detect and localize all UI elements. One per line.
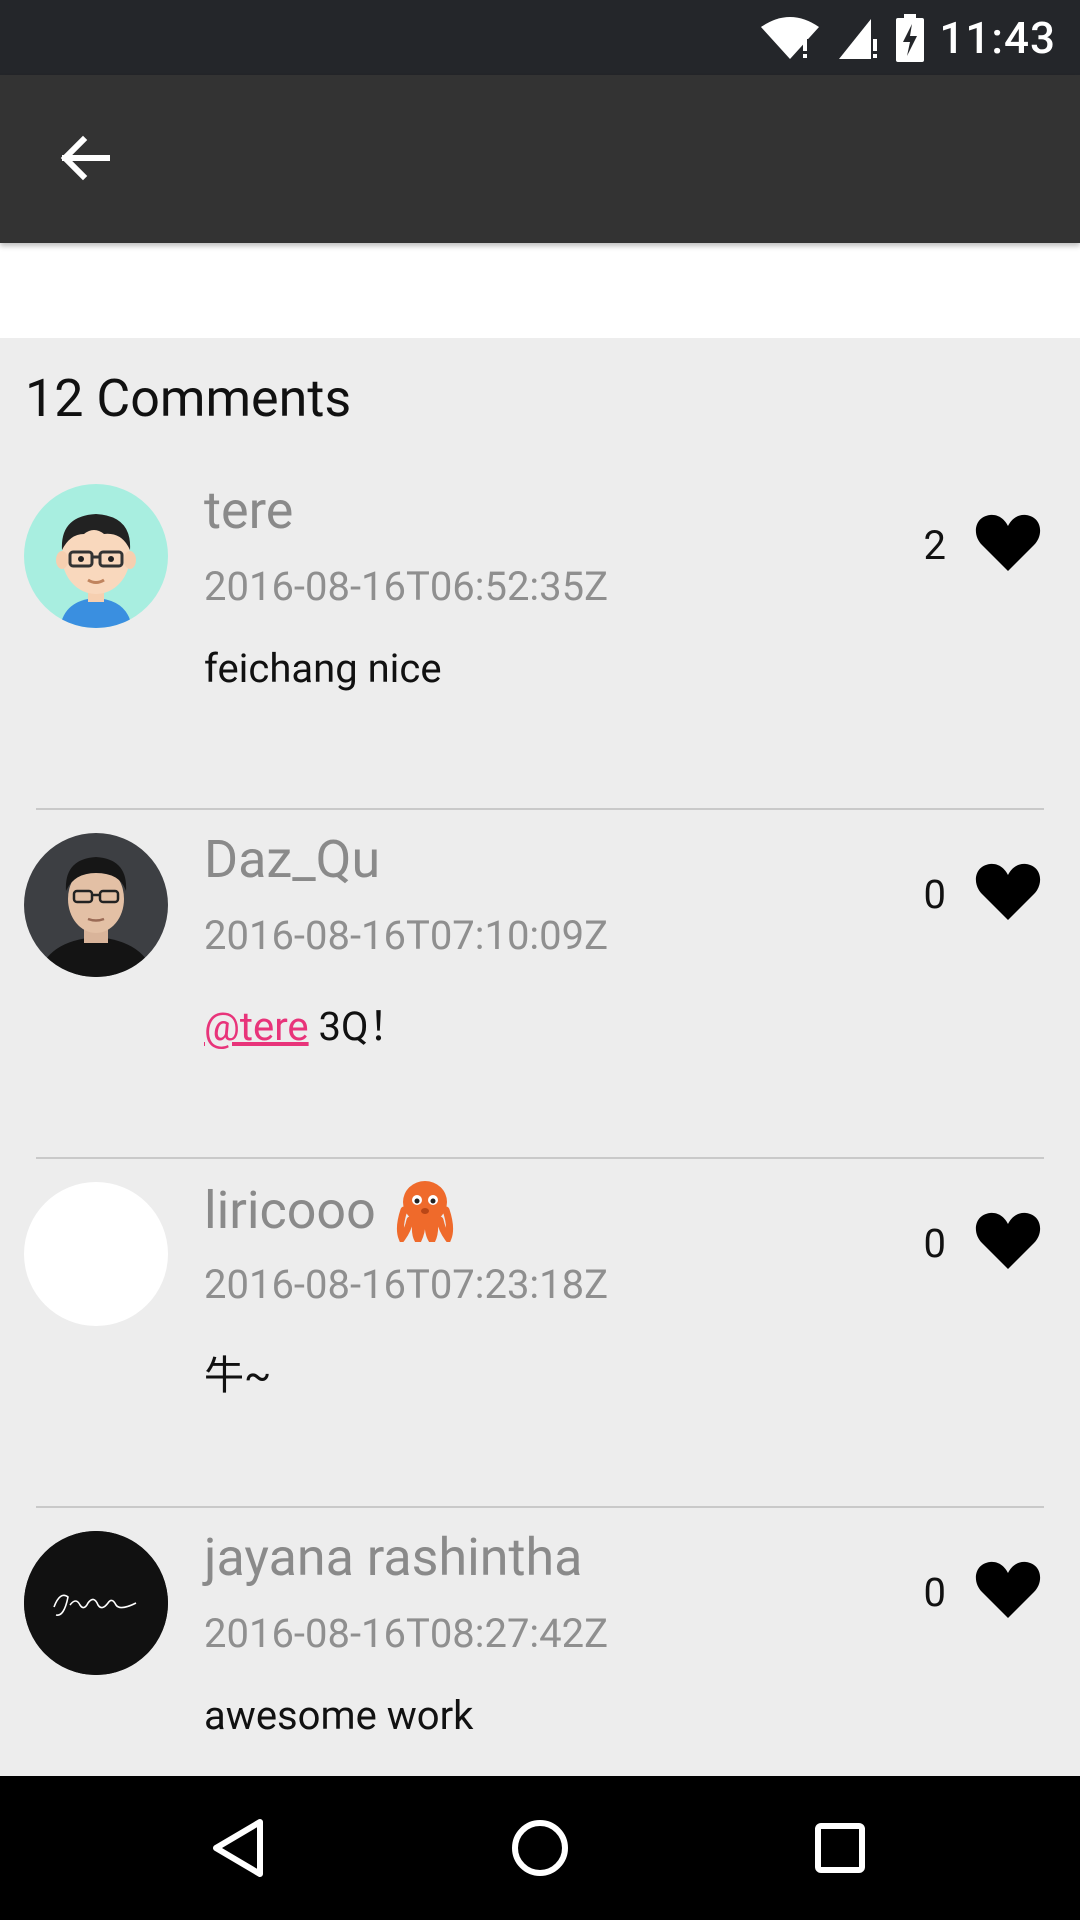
heart-icon — [975, 1561, 1041, 1618]
comment-username[interactable]: jayana rashintha — [204, 1527, 582, 1588]
heart-icon — [975, 1212, 1041, 1269]
wifi-icon — [761, 16, 820, 59]
comments-list[interactable]: 12 Comments tere 2016-08-16T06:52:35Z fe — [0, 338, 1080, 1776]
comment-timestamp: 2016-08-16T07:23:18Z — [204, 1261, 609, 1308]
circle-home-icon — [512, 1820, 568, 1876]
octopus-icon — [396, 1181, 453, 1242]
heart-icon — [975, 514, 1041, 571]
avatar-cartoon-glasses-man-icon — [24, 484, 168, 628]
like-count: 0 — [923, 1220, 946, 1267]
comment-text: awesome work — [204, 1692, 474, 1739]
comment-item[interactable]: jayana rashintha 2016-08-16T08:27:42Z aw… — [0, 1385, 1080, 1739]
status-icons: 11:43 — [759, 0, 1056, 75]
avatar[interactable] — [24, 1182, 168, 1326]
battery-charging-icon — [896, 13, 925, 62]
comment-text: feichang nice — [204, 645, 442, 692]
avatar[interactable] — [24, 833, 168, 977]
like-button[interactable] — [974, 860, 1042, 922]
clock: 11:43 — [939, 11, 1056, 64]
like-count: 0 — [923, 871, 946, 918]
comment-timestamp: 2016-08-16T07:10:09Z — [204, 912, 609, 959]
header-strip — [0, 243, 1080, 338]
arrow-left-icon — [60, 135, 110, 181]
back-button[interactable] — [40, 113, 130, 203]
avatar[interactable] — [24, 484, 168, 628]
app-toolbar — [0, 75, 1080, 243]
like-button[interactable] — [974, 511, 1042, 573]
heart-icon — [975, 863, 1041, 920]
like-count: 2 — [923, 522, 946, 569]
comment-username[interactable]: liricooo — [204, 1178, 456, 1242]
nav-home-button[interactable] — [508, 1816, 572, 1880]
like-button[interactable] — [974, 1209, 1042, 1271]
cell-signal-icon — [839, 18, 878, 59]
avatar[interactable] — [24, 1531, 168, 1675]
comment-username[interactable]: Daz_Qu — [204, 829, 380, 890]
nav-recents-button[interactable] — [808, 1816, 872, 1880]
like-button[interactable] — [974, 1558, 1042, 1620]
system-nav-bar — [0, 1776, 1080, 1920]
comment-timestamp: 2016-08-16T08:27:42Z — [204, 1610, 609, 1657]
like-count: 0 — [923, 1569, 946, 1616]
avatar-signature-logo-icon — [24, 1531, 168, 1675]
comment-item[interactable]: tere 2016-08-16T06:52:35Z feichang nice … — [0, 338, 1080, 692]
comment-timestamp: 2016-08-16T06:52:35Z — [204, 563, 609, 610]
comment-item[interactable]: liricooo 2016-08-16T07:23:18Z 牛~ 0 — [0, 1036, 1080, 1399]
square-recents-icon — [815, 1823, 865, 1873]
comment-item[interactable]: Daz_Qu 2016-08-16T07:10:09Z @tere 3Q！ 0 — [0, 687, 1080, 1050]
nav-back-button[interactable] — [208, 1816, 272, 1880]
avatar-photo-man-icon — [24, 833, 168, 977]
comment-username[interactable]: tere — [204, 480, 293, 541]
status-bar: 11:43 — [0, 0, 1080, 75]
triangle-back-icon — [213, 1819, 263, 1877]
